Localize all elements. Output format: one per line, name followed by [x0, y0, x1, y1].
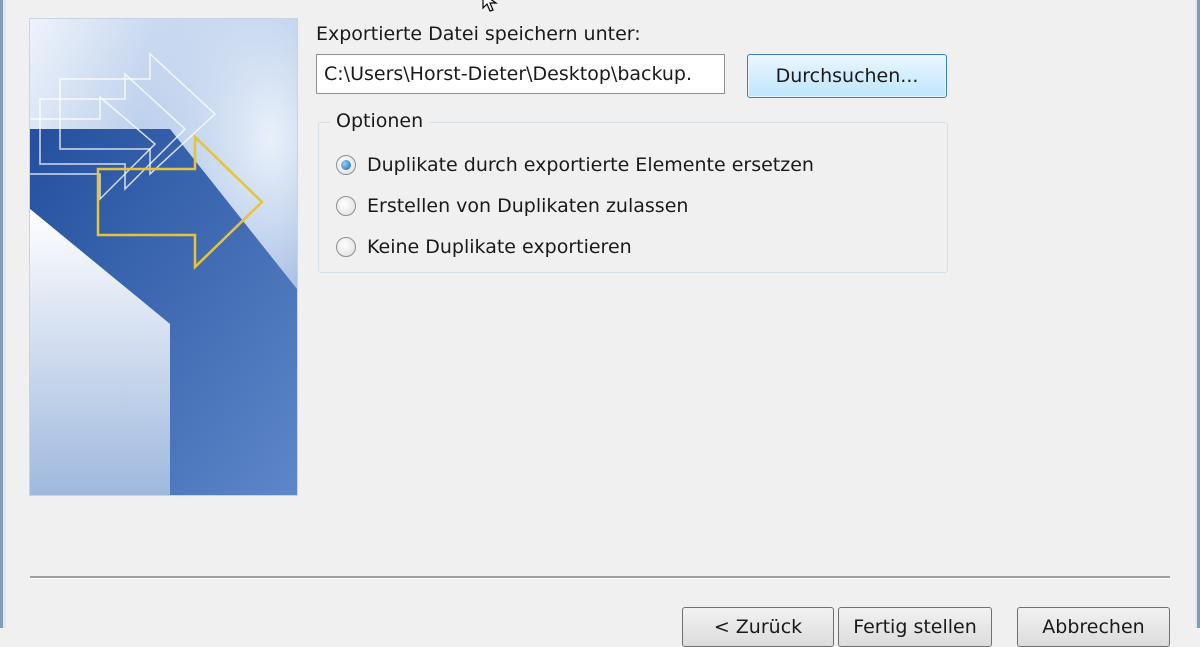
window-frame-left [0, 0, 6, 628]
radio-label: Keine Duplikate exportieren [367, 236, 632, 258]
radio-no-duplicates[interactable]: Keine Duplikate exportieren [336, 233, 632, 261]
cancel-button[interactable]: Abbrechen [1017, 607, 1170, 647]
file-path-field[interactable]: C:\Users\Horst-Dieter\Desktop\backup. [316, 54, 725, 94]
radio-label: Erstellen von Duplikaten zulassen [367, 195, 689, 217]
radio-replace-duplicates[interactable]: Duplikate durch exportierte Elemente ers… [336, 151, 814, 179]
window-frame-right [1195, 0, 1200, 628]
dialog-separator [30, 576, 1170, 579]
browse-button[interactable]: Durchsuchen... [747, 54, 947, 98]
options-group-title: Optionen [330, 109, 430, 133]
radio-button[interactable] [336, 196, 356, 216]
save-location-label: Exportierte Datei speichern unter: [316, 23, 641, 45]
mouse-cursor-icon [481, 0, 503, 18]
radio-button[interactable] [336, 237, 356, 257]
export-arrow-graphic [30, 19, 297, 495]
radio-button-selected[interactable] [336, 155, 356, 175]
radio-label: Duplikate durch exportierte Elemente ers… [367, 154, 814, 176]
radio-allow-duplicates[interactable]: Erstellen von Duplikaten zulassen [336, 192, 688, 220]
finish-button[interactable]: Fertig stellen [838, 607, 992, 647]
export-wizard-image [29, 18, 298, 496]
back-button[interactable]: < Zurück [682, 607, 834, 647]
